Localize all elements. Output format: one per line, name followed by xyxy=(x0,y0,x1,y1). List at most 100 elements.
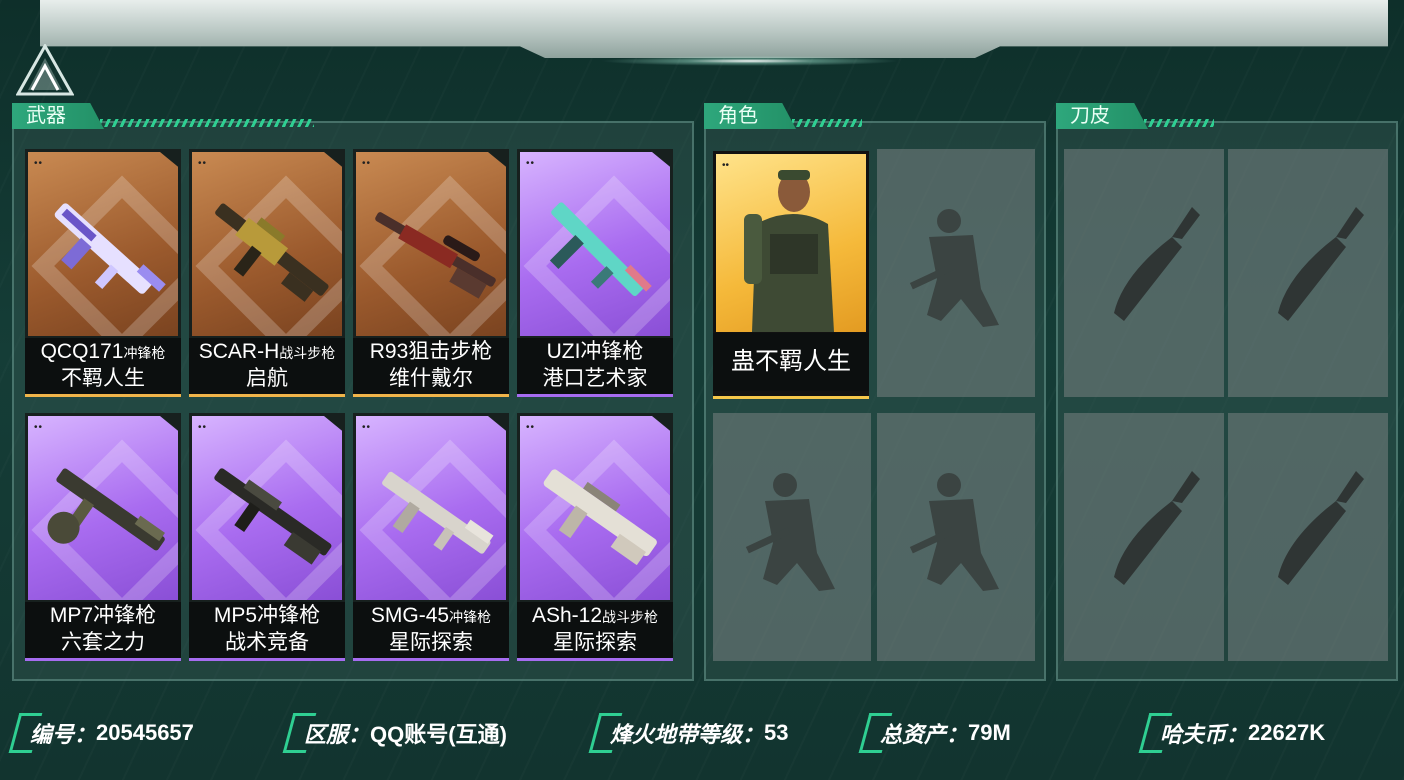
weapon-name: SMG-45 xyxy=(370,604,450,627)
weapon-label: QCQ171冲锋枪 不羁人生 xyxy=(25,338,181,394)
rarity-bar xyxy=(517,658,673,661)
card-dots-icon: •• xyxy=(34,422,44,433)
card-dots-icon: •• xyxy=(526,158,536,169)
knife-silhouette-icon xyxy=(1278,207,1364,321)
weapon-art: •• xyxy=(356,416,506,600)
character-art: •• xyxy=(716,154,866,332)
knife-silhouette-icon xyxy=(1278,471,1364,585)
weapon-card[interactable]: •• R93狙击步枪 维什戴尔 xyxy=(353,149,509,397)
card-dots-icon: •• xyxy=(34,158,44,169)
weapon-card[interactable]: •• QCQ171冲锋枪 不羁人生 xyxy=(25,149,181,397)
weapon-skin: 维什戴尔 xyxy=(389,367,473,390)
weapon-type: 战斗步枪 xyxy=(279,345,336,361)
smg-icon xyxy=(214,468,332,565)
weapon-skin: 港口艺术家 xyxy=(542,367,648,390)
server-value: QQ账号(互通) xyxy=(370,722,507,747)
weapon-art: •• xyxy=(192,152,342,336)
weapon-card[interactable]: •• UZI冲锋枪 港口艺术家 xyxy=(517,149,673,397)
weapon-art: •• xyxy=(28,152,178,336)
coin-info: 哈夫币： 22627K xyxy=(1138,713,1326,753)
soldier-portrait-icon xyxy=(744,170,834,332)
weapon-skin: 星际探索 xyxy=(553,631,637,654)
assets-info: 总资产： 79M xyxy=(858,713,1011,753)
character-card[interactable]: •• 蛊不羁人生 xyxy=(713,151,869,399)
top-banner xyxy=(40,0,1388,66)
weapon-name: SCAR-H xyxy=(198,340,280,363)
weapon-card[interactable]: •• SMG-45冲锋枪 星际探索 xyxy=(353,413,509,661)
weapon-skin: 启航 xyxy=(246,367,288,390)
knife-silhouette-icon xyxy=(1114,207,1200,321)
weapon-type: 冲锋枪 xyxy=(123,345,166,361)
smg-icon xyxy=(54,203,166,294)
assets-value: 79M xyxy=(968,720,1011,745)
soldier-silhouette-icon xyxy=(909,473,999,591)
characters-header-hatch xyxy=(792,119,862,127)
weapon-label: MP7冲锋枪 六套之力 xyxy=(25,602,181,658)
weapon-name: ASh-12 xyxy=(531,604,603,627)
weapons-header: 武器 xyxy=(12,102,314,130)
soldier-silhouette-icon xyxy=(745,473,835,591)
coin-value: 22627K xyxy=(1248,720,1326,745)
top-banner-shape xyxy=(40,0,1388,58)
account-id-value: 20545657 xyxy=(96,720,194,745)
sniper-rifle-icon xyxy=(375,212,496,299)
weapon-art: •• xyxy=(520,152,670,336)
rifle-icon xyxy=(543,469,657,566)
knife-slot[interactable] xyxy=(1228,149,1388,397)
knives-header: 刀皮 xyxy=(1056,102,1214,130)
weapon-card[interactable]: •• SCAR-H战斗步枪 启航 xyxy=(189,149,345,397)
knives-title: 刀皮 xyxy=(1056,103,1148,129)
server-info: 区服： QQ账号(互通) xyxy=(282,713,507,753)
weapon-name: R93狙击步枪 xyxy=(369,340,493,363)
assets-label: 总资产： xyxy=(880,722,969,747)
rifle-icon xyxy=(215,203,329,302)
weapon-skin: 战术竞备 xyxy=(225,631,309,654)
character-name: 蛊不羁人生 xyxy=(713,333,869,391)
soldier-silhouette-icon xyxy=(909,209,999,327)
weapon-label: UZI冲锋枪 港口艺术家 xyxy=(517,338,673,394)
weapon-card[interactable]: •• MP7冲锋枪 六套之力 xyxy=(25,413,181,661)
rarity-bar xyxy=(517,394,673,397)
card-dots-icon: •• xyxy=(722,160,730,171)
coin-label: 哈夫币： xyxy=(1160,722,1249,747)
rarity-bar xyxy=(713,396,869,399)
weapons-title: 武器 xyxy=(12,103,104,129)
weapon-skin: 星际探索 xyxy=(389,631,473,654)
smg-icon xyxy=(382,471,494,554)
knife-silhouette-icon xyxy=(1114,471,1200,585)
weapon-label: SCAR-H战斗步枪 启航 xyxy=(189,338,345,394)
knives-header-hatch xyxy=(1144,119,1214,127)
card-dots-icon: •• xyxy=(198,158,208,169)
weapon-art: •• xyxy=(28,416,178,600)
level-info: 烽火地带等级： 53 xyxy=(588,713,789,753)
characters-header: 角色 xyxy=(704,102,862,130)
weapon-skin: 六套之力 xyxy=(61,631,145,654)
weapon-type: 冲锋枪 xyxy=(449,609,492,625)
character-slot-empty[interactable] xyxy=(877,413,1035,661)
weapon-label: SMG-45冲锋枪 星际探索 xyxy=(353,602,509,658)
weapon-card[interactable]: •• ASh-12战斗步枪 星际探索 xyxy=(517,413,673,661)
weapon-type: 战斗步枪 xyxy=(602,609,659,625)
knife-slot[interactable] xyxy=(1064,149,1224,397)
character-slot-empty[interactable] xyxy=(877,149,1035,397)
knife-slot[interactable] xyxy=(1064,413,1224,661)
weapon-label: MP5冲锋枪 战术竞备 xyxy=(189,602,345,658)
rarity-bar xyxy=(189,394,345,397)
rarity-bar xyxy=(189,658,345,661)
weapon-name: QCQ171 xyxy=(40,340,124,363)
smg-icon xyxy=(549,202,652,297)
weapon-card[interactable]: •• MP5冲锋枪 战术竞备 xyxy=(189,413,345,661)
account-id-info: 编号： 20545657 xyxy=(8,713,194,753)
rarity-bar xyxy=(25,658,181,661)
knife-slot[interactable] xyxy=(1228,413,1388,661)
rarity-bar xyxy=(353,394,509,397)
character-slot-empty[interactable] xyxy=(713,413,871,661)
rarity-bar xyxy=(25,394,181,397)
card-dots-icon: •• xyxy=(362,422,372,433)
level-label: 烽火地带等级： xyxy=(610,722,765,747)
top-banner-glow xyxy=(600,56,900,66)
smg-icon xyxy=(47,468,165,551)
weapon-label: R93狙击步枪 维什戴尔 xyxy=(353,338,509,394)
weapon-skin: 不羁人生 xyxy=(61,367,145,390)
weapon-label: ASh-12战斗步枪 星际探索 xyxy=(517,602,673,658)
